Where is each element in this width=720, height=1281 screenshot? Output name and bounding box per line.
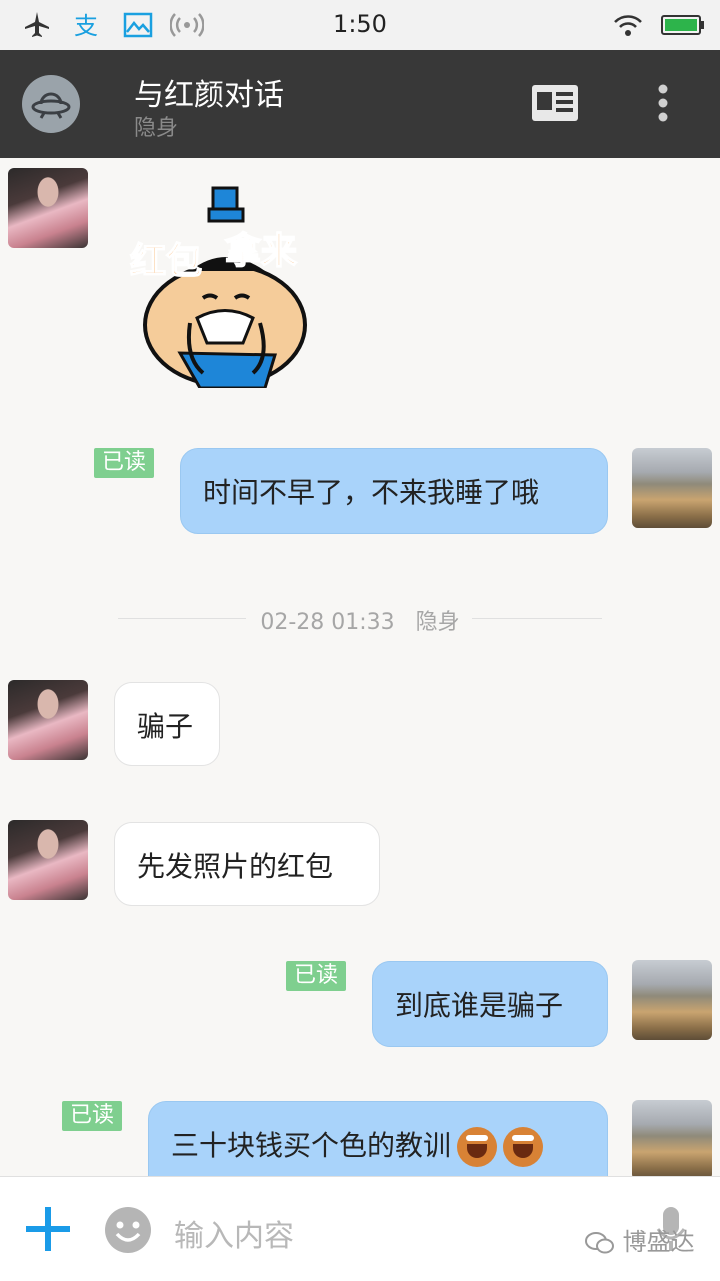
contact-avatar-thumbnail[interactable]	[8, 680, 88, 760]
message-bubble-outgoing[interactable]: 到底谁是骗子	[372, 961, 608, 1047]
watermark: 博盛达	[585, 1222, 695, 1257]
laughing-emoji	[503, 1127, 544, 1167]
time-divider: 02-28 01:33 隐身	[118, 588, 602, 648]
message-bubble-incoming[interactable]: 骗子	[114, 682, 220, 766]
watermark-text: 博盛达	[622, 1228, 695, 1256]
plus-icon[interactable]	[26, 1207, 70, 1251]
chat-header: 与红颜对话 隐身	[0, 50, 720, 158]
sticker-text-line2: 拿来	[225, 230, 297, 272]
contact-avatar-thumbnail[interactable]	[8, 820, 88, 900]
ufo-icon	[31, 92, 71, 119]
divider-status: 隐身	[415, 610, 460, 635]
my-avatar[interactable]	[632, 960, 712, 1040]
divider-time: 02-28 01:33	[260, 610, 395, 635]
message-content: 三十块钱买个色的教训	[171, 1124, 544, 1167]
sticker-text-line1: 红包	[130, 241, 202, 282]
divider-line	[472, 618, 602, 619]
message-text: 先发照片的红包	[137, 850, 334, 883]
message-input[interactable]: 输入内容	[174, 1211, 294, 1255]
message-bubble-incoming[interactable]: 先发照片的红包	[114, 822, 380, 906]
message-list[interactable]: 红包 拿来 已读 时间不早了，不来我睡了哦 02-28 01:33 隐身 骗子 …	[0, 158, 720, 1176]
wechat-icon	[585, 1232, 614, 1254]
divider-label: 02-28 01:33 隐身	[118, 604, 602, 636]
message-text: 三十块钱买个色的教训	[171, 1129, 452, 1162]
message-bubble-outgoing[interactable]: 三十块钱买个色的教训	[148, 1101, 608, 1176]
sticker-red-envelope[interactable]: 红包 拿来	[125, 183, 330, 388]
battery-icon	[661, 15, 704, 35]
contact-avatar[interactable]	[22, 75, 80, 133]
message-bubble-outgoing[interactable]: 时间不早了，不来我睡了哦	[180, 448, 608, 534]
chat-title: 与红颜对话	[134, 78, 284, 113]
read-receipt: 已读	[286, 961, 347, 991]
more-menu-icon[interactable]	[648, 83, 678, 123]
profile-card-icon[interactable]	[530, 83, 580, 123]
message-text: 时间不早了，不来我睡了哦	[203, 476, 540, 509]
message-text: 到底谁是骗子	[395, 989, 564, 1022]
emoji-icon[interactable]	[104, 1206, 152, 1254]
my-avatar[interactable]	[632, 1100, 712, 1176]
laughing-emoji	[457, 1127, 498, 1167]
presence-status: 隐身	[134, 116, 179, 141]
read-receipt: 已读	[94, 448, 155, 478]
read-receipt: 已读	[62, 1101, 123, 1131]
contact-avatar-thumbnail[interactable]	[8, 168, 88, 248]
my-avatar[interactable]	[632, 448, 712, 528]
message-text: 骗子	[137, 710, 194, 743]
status-bar: 支 1:50	[0, 0, 720, 50]
wifi-icon	[614, 15, 642, 36]
